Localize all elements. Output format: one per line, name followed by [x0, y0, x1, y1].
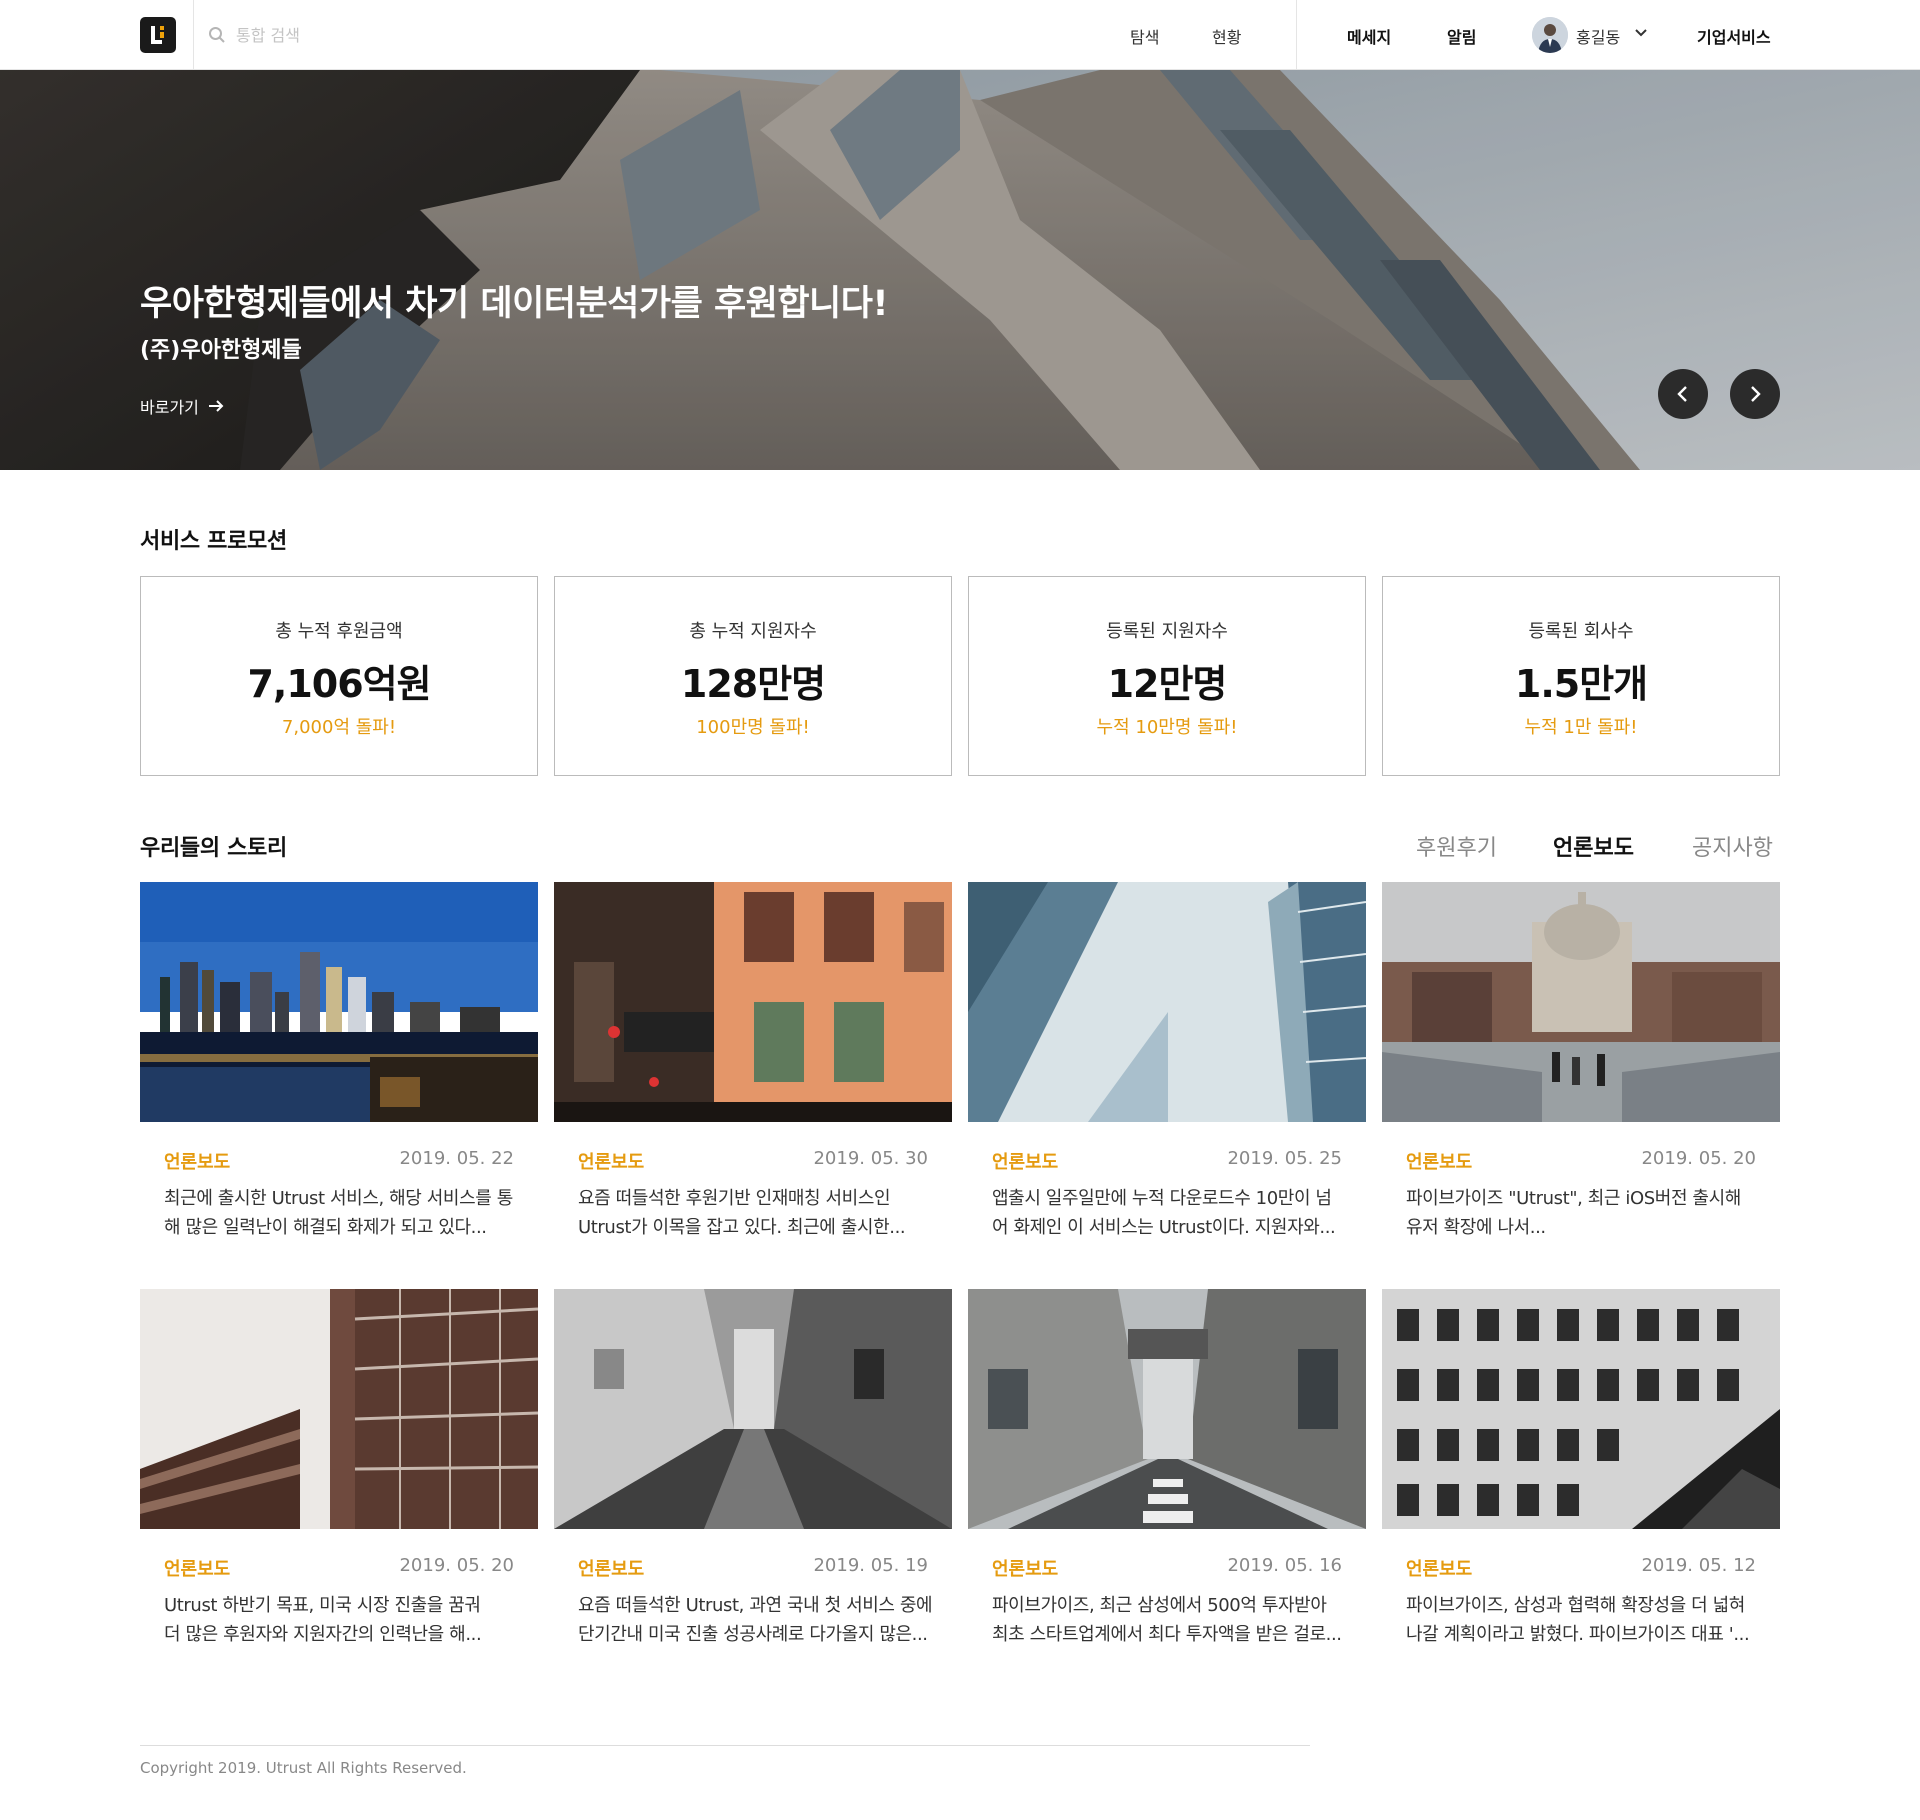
footer-divider: [140, 1745, 1310, 1746]
divider: [193, 0, 194, 70]
user-name[interactable]: 홍길동: [1576, 24, 1620, 48]
stat-note: 누적 1만 돌파!: [1524, 717, 1638, 738]
logo[interactable]: [140, 17, 176, 53]
tab-reviews[interactable]: 후원후기: [1416, 830, 1497, 862]
next-slide-button[interactable]: [1730, 369, 1780, 419]
stat-label: 등록된 회사수: [1528, 621, 1634, 642]
story-excerpt: 최근에 출시한 Utrust 서비스, 해당 서비스를 통 해 많은 일력난이 …: [164, 1184, 524, 1242]
stat-value: 7,106억원: [247, 662, 431, 706]
hero-banner: 우아한형제들에서 차기 데이터분석가를 후원합니다! (주)우아한형제들 바로가…: [0, 70, 1920, 470]
excerpt-line: 단기간내 미국 진출 성공사례로 다가올지 많은...: [578, 1624, 928, 1645]
stat-card: 총 누적 후원금액 7,106억원 7,000억 돌파!: [140, 576, 538, 776]
tab-notices[interactable]: 공지사항: [1692, 830, 1773, 862]
excerpt-line: Utrust가 이목을 잡고 있다. 최근에 출시한...: [578, 1217, 906, 1238]
story-image: [554, 1289, 952, 1529]
story-excerpt: 앱출시 일주일만에 누적 다운로드수 10만이 넘 어 화제인 이 서비스는 U…: [992, 1184, 1352, 1242]
excerpt-line: 해 많은 일력난이 해결되 화제가 되고 있다...: [164, 1217, 487, 1238]
story-excerpt: Utrust 하반기 목표, 미국 시장 진출을 꿈궈 더 많은 후원자와 지원…: [164, 1591, 524, 1649]
prev-slide-button[interactable]: [1658, 369, 1708, 419]
stat-note: 100만명 돌파!: [696, 717, 810, 738]
excerpt-line: 유저 확장에 나서...: [1406, 1217, 1546, 1238]
story-date: 2019. 05. 12: [1641, 1555, 1756, 1576]
nav-message[interactable]: 메세지: [1347, 24, 1391, 48]
story-date: 2019. 05. 16: [1227, 1555, 1342, 1576]
story-category: 언론보도: [164, 1152, 231, 1173]
excerpt-line: 요즘 떠들석한 후원기반 인재매칭 서비스인: [578, 1188, 891, 1209]
story-image: [968, 1289, 1366, 1529]
excerpt-line: Utrust 하반기 목표, 미국 시장 진출을 꿈궈: [164, 1595, 481, 1616]
stat-label: 등록된 지원자수: [1106, 621, 1228, 642]
excerpt-line: 요즘 떠들석한 Utrust, 과연 국내 첫 서비스 중에: [578, 1595, 933, 1616]
story-excerpt: 파이브가이즈, 삼성과 협력해 확장성을 더 넓혀 나갈 계획이라고 밝혔다. …: [1406, 1591, 1766, 1649]
story-image: [1382, 882, 1780, 1122]
story-date: 2019. 05. 19: [813, 1555, 928, 1576]
story-image: [140, 1289, 538, 1529]
copyright-text: Copyright 2019. Utrust All Rights Reserv…: [140, 1759, 467, 1777]
search-icon: [209, 27, 225, 43]
story-excerpt: 요즘 떠들석한 후원기반 인재매칭 서비스인 Utrust가 이목을 잡고 있다…: [578, 1184, 938, 1242]
stat-value: 12만명: [1107, 662, 1228, 706]
excerpt-line: 어 화제인 이 서비스는 Utrust이다. 지원자와...: [992, 1217, 1336, 1238]
avatar[interactable]: [1532, 17, 1568, 53]
stat-value: 128만명: [680, 662, 826, 706]
story-category: 언론보도: [1406, 1559, 1473, 1580]
story-image: [968, 882, 1366, 1122]
story-image: [1382, 1289, 1780, 1529]
story-excerpt: 파이브가이즈 "Utrust", 최근 iOS버전 출시해 유저 확장에 나서.…: [1406, 1184, 1766, 1242]
arrow-right-icon: [208, 400, 224, 412]
story-category: 언론보도: [992, 1559, 1059, 1580]
hero-image: [0, 70, 1920, 470]
story-date: 2019. 05. 20: [1641, 1148, 1756, 1169]
story-date: 2019. 05. 22: [399, 1148, 514, 1169]
story-date: 2019. 05. 20: [399, 1555, 514, 1576]
nav-alert[interactable]: 알림: [1447, 24, 1476, 48]
stat-label: 총 누적 후원금액: [275, 621, 403, 642]
stat-card: 총 누적 지원자수 128만명 100만명 돌파!: [554, 576, 952, 776]
story-excerpt: 요즘 떠들석한 Utrust, 과연 국내 첫 서비스 중에 단기간내 미국 진…: [578, 1591, 938, 1649]
excerpt-line: 앱출시 일주일만에 누적 다운로드수 10만이 넘: [992, 1188, 1332, 1209]
nav-enterprise-service[interactable]: 기업서비스: [1697, 24, 1771, 48]
stories-title: 우리들의 스토리: [140, 836, 287, 861]
hero-company: (주)우아한형제들: [140, 338, 302, 363]
stat-note: 누적 10만명 돌파!: [1096, 717, 1238, 738]
chevron-left-icon: [1677, 386, 1687, 402]
divider: [1296, 0, 1297, 70]
excerpt-line: 최초 스타트업계에서 최다 투자액을 받은 걸로...: [992, 1624, 1342, 1645]
chevron-right-icon: [1751, 386, 1761, 402]
stat-value: 1.5만개: [1514, 662, 1648, 706]
story-category: 언론보도: [992, 1152, 1059, 1173]
stat-note: 7,000억 돌파!: [281, 717, 397, 738]
excerpt-line: 파이브가이즈, 삼성과 협력해 확장성을 더 넓혀: [1406, 1595, 1745, 1616]
story-date: 2019. 05. 30: [813, 1148, 928, 1169]
story-category: 언론보도: [1406, 1152, 1473, 1173]
chevron-down-icon[interactable]: [1634, 28, 1648, 38]
stat-label: 총 누적 지원자수: [689, 621, 817, 642]
story-excerpt: 파이브가이즈, 최근 삼성에서 500억 투자받아 최초 스타트업계에서 최다 …: [992, 1591, 1352, 1649]
story-date: 2019. 05. 25: [1227, 1148, 1342, 1169]
top-header: 탐색 현황 메세지 알림 홍길동 기업서비스: [0, 0, 1920, 70]
search-input[interactable]: [236, 21, 596, 49]
stat-card: 등록된 지원자수 12만명 누적 10만명 돌파!: [968, 576, 1366, 776]
excerpt-line: 나갈 계획이라고 밝혔다. 파이브가이즈 대표 '...: [1406, 1624, 1750, 1645]
promotion-title: 서비스 프로모션: [140, 529, 287, 554]
story-category: 언론보도: [164, 1559, 231, 1580]
story-category: 언론보도: [578, 1559, 645, 1580]
story-category: 언론보도: [578, 1152, 645, 1173]
excerpt-line: 최근에 출시한 Utrust 서비스, 해당 서비스를 통: [164, 1188, 513, 1209]
hero-shortcut-link[interactable]: 바로가기: [140, 394, 225, 418]
excerpt-line: 파이브가이즈, 최근 삼성에서 500억 투자받아: [992, 1595, 1327, 1616]
story-image: [140, 882, 538, 1122]
excerpt-line: 더 많은 후원자와 지원자간의 인력난을 해...: [164, 1624, 482, 1645]
nav-status[interactable]: 현황: [1212, 24, 1241, 48]
story-image: [554, 882, 952, 1122]
tab-press[interactable]: 언론보도: [1553, 830, 1634, 862]
nav-explore[interactable]: 탐색: [1130, 24, 1159, 48]
stat-card: 등록된 회사수 1.5만개 누적 1만 돌파!: [1382, 576, 1780, 776]
hero-link-label: 바로가기: [140, 398, 199, 417]
excerpt-line: 파이브가이즈 "Utrust", 최근 iOS버전 출시해: [1406, 1188, 1741, 1209]
hero-title: 우아한형제들에서 차기 데이터분석가를 후원합니다!: [140, 284, 888, 324]
